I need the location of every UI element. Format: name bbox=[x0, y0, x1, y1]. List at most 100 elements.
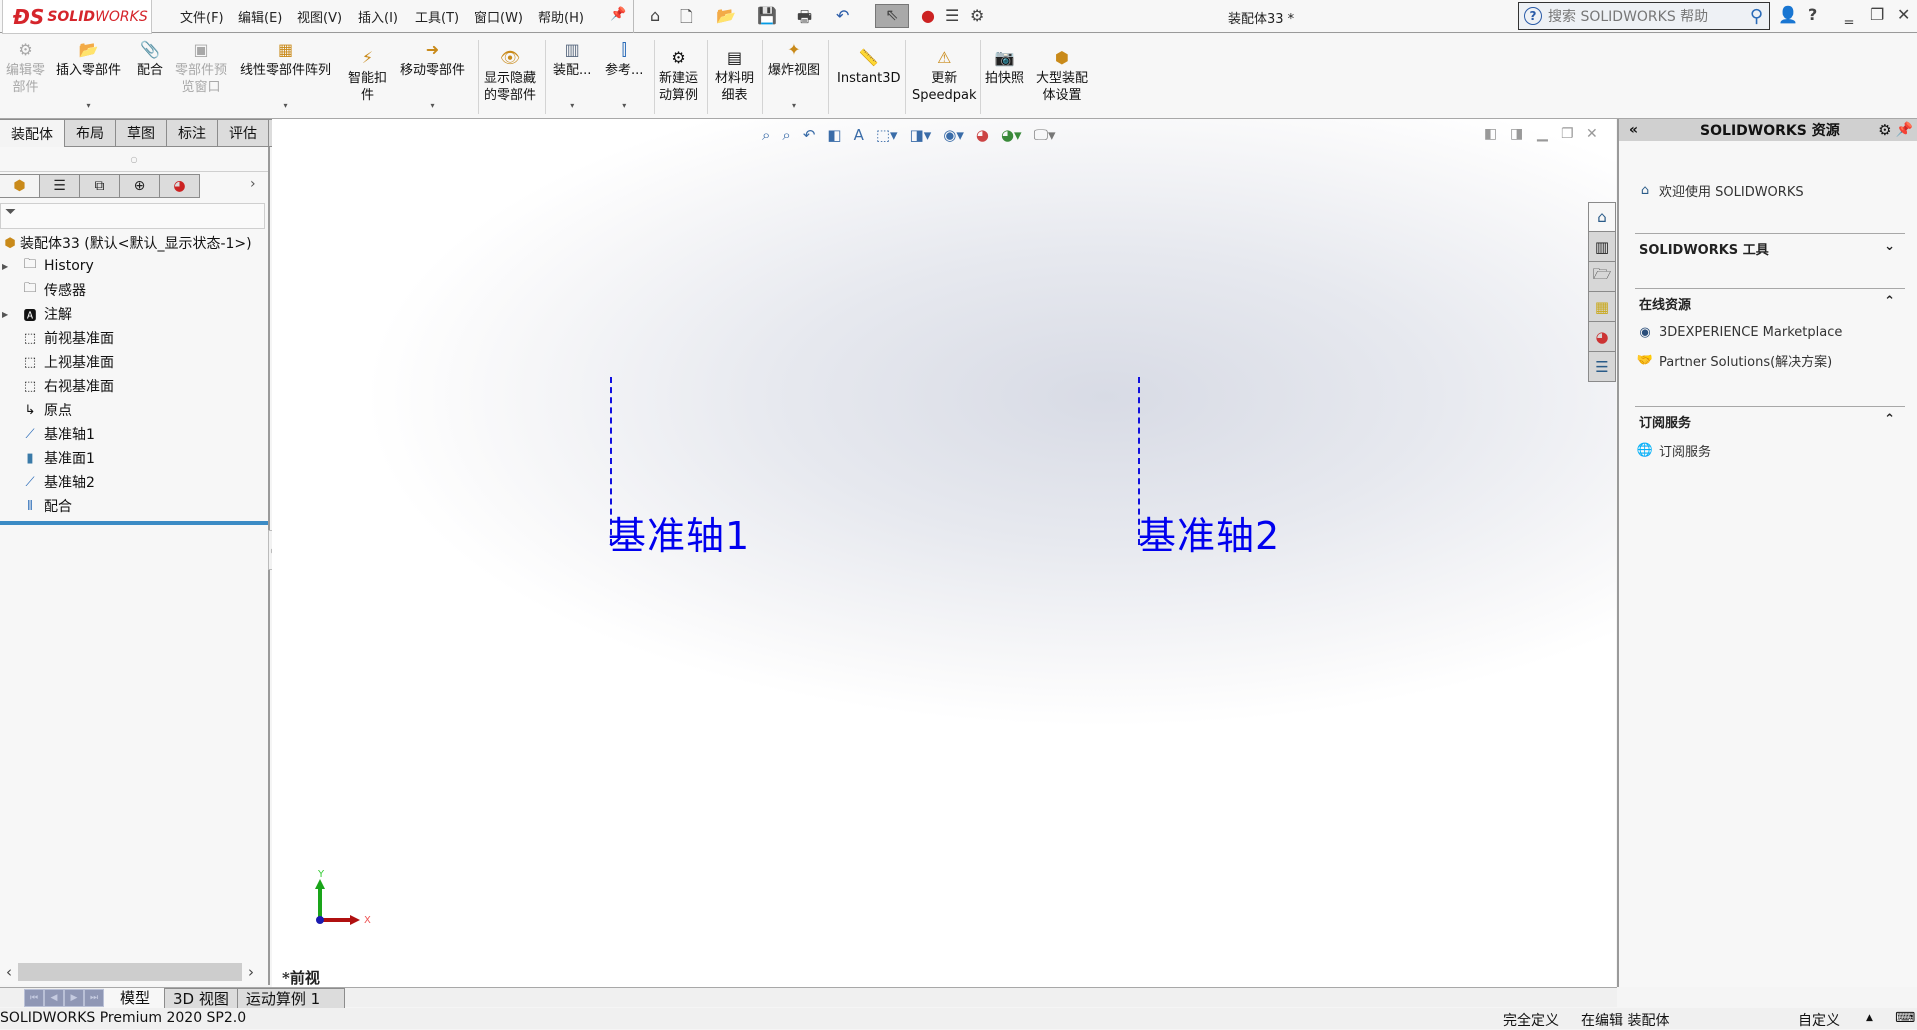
tab-design-library[interactable]: ▥ bbox=[1588, 232, 1616, 262]
display-manager-tab[interactable]: ◕ bbox=[160, 174, 200, 198]
section-view-icon[interactable]: ◧ bbox=[827, 126, 841, 144]
tree-item[interactable]: ⬚ 上视基准面 bbox=[0, 350, 270, 374]
tree-root[interactable]: ⬢ 装配体33 (默认<默认_显示状态-1>) bbox=[0, 232, 270, 254]
tooltip-toggle-icon[interactable]: ⌨ bbox=[1895, 1010, 1915, 1026]
viewport-restore-icon[interactable]: ❐ bbox=[1561, 126, 1574, 142]
hide-show-items-icon[interactable]: ◉▾ bbox=[943, 126, 964, 144]
section-header[interactable]: SOLIDWORKS 工具 ⌄ bbox=[1635, 233, 1905, 258]
rebuild-icon[interactable]: ● bbox=[921, 6, 935, 25]
first-tab-icon[interactable]: ⏮ bbox=[24, 988, 44, 1007]
datum-axis-2-label[interactable]: 基准轴2 bbox=[1138, 505, 1280, 560]
scrollbar-thumb[interactable] bbox=[18, 963, 242, 981]
tab-markup[interactable]: 标注 bbox=[167, 119, 218, 147]
tile-left-icon[interactable]: ◧ bbox=[1484, 126, 1497, 142]
panel-splitter[interactable]: ○ bbox=[0, 147, 268, 172]
minimize-icon[interactable]: ‗ bbox=[1845, 5, 1853, 24]
tab-layout[interactable]: 布局 bbox=[65, 119, 116, 147]
datum-axis-1-label[interactable]: 基准轴1 bbox=[608, 505, 750, 560]
subscription-link[interactable]: 🌐 订阅服务 bbox=[1635, 441, 1905, 460]
edit-component-button[interactable]: ⚙ 编辑零 部件 bbox=[6, 38, 45, 96]
scroll-left-icon[interactable]: ‹ bbox=[0, 963, 18, 981]
menu-tools[interactable]: 工具(T) bbox=[415, 7, 459, 26]
chevron-up-icon[interactable]: ⌃ bbox=[1884, 412, 1895, 431]
graphics-area[interactable]: ⌕ ⌕ ↶ ◧ A ⬚▾ ◨▾ ◉▾ ◕ ◕▾ 🖵▾ ◧ ◨ ▁ ❐ ✕ 基准轴… bbox=[272, 119, 1616, 987]
save-icon[interactable]: 💾 bbox=[757, 6, 777, 25]
prev-tab-icon[interactable]: ◀ bbox=[44, 988, 64, 1007]
tree-item[interactable]: ⟋ 基准轴2 bbox=[0, 470, 270, 494]
file-properties-icon[interactable]: ☰ bbox=[945, 6, 959, 25]
tree-item[interactable]: ⬚ 前视基准面 bbox=[0, 326, 270, 350]
filter-input[interactable]: ⏷ bbox=[0, 203, 265, 229]
linear-pattern-button[interactable]: ▦ 线性零部件阵列 ▾ bbox=[240, 38, 331, 114]
tree-item[interactable]: ⟋ 基准轴1 bbox=[0, 422, 270, 446]
partner-solutions-link[interactable]: 🤝 Partner Solutions(解决方案) bbox=[1635, 351, 1905, 370]
user-icon[interactable]: 👤 bbox=[1778, 5, 1798, 24]
unit-system[interactable]: 自定义 bbox=[1798, 1010, 1840, 1030]
tab-evaluate[interactable]: 评估 bbox=[218, 119, 269, 147]
tab-solidworks-resources[interactable]: ⌂ bbox=[1588, 202, 1616, 232]
insert-component-button[interactable]: 📂 插入零部件 ▾ bbox=[56, 38, 121, 114]
gear-icon[interactable]: ⚙ bbox=[1878, 121, 1891, 139]
select-icon[interactable]: ⇖ bbox=[875, 4, 909, 28]
tree-item[interactable]: 🗀 传感器 bbox=[0, 278, 270, 302]
new-document-icon[interactable]: 🗋 bbox=[680, 6, 693, 33]
move-component-button[interactable]: ➜ 移动零部件 ▾ bbox=[400, 38, 465, 114]
solidworks-logo[interactable]: ƉS SOLID WORKS bbox=[2, 0, 152, 34]
large-assembly-settings-button[interactable]: ⬢ 大型装配 体设置 bbox=[1036, 38, 1088, 104]
tree-item[interactable]: ▶ 🅰 注解 bbox=[0, 302, 270, 326]
pin-icon[interactable]: 📌 bbox=[1896, 122, 1913, 138]
previous-view-icon[interactable]: ↶ bbox=[803, 126, 816, 144]
section-header[interactable]: 订阅服务 ⌃ bbox=[1635, 406, 1905, 431]
rollback-bar[interactable] bbox=[0, 521, 268, 525]
dimxpert-manager-tab[interactable]: ⊕ bbox=[120, 174, 160, 198]
view-settings-icon[interactable]: 🖵▾ bbox=[1034, 126, 1056, 144]
tree-item[interactable]: ↳ 原点 bbox=[0, 398, 270, 422]
help-icon[interactable]: ? bbox=[1808, 5, 1817, 24]
zoom-to-area-icon[interactable]: ⌕ bbox=[782, 126, 790, 144]
exploded-view-button[interactable]: ✦ 爆炸视图 ▾ bbox=[768, 38, 820, 114]
tab-sketch[interactable]: 草图 bbox=[116, 119, 167, 147]
configuration-manager-tab[interactable]: ⧉ bbox=[80, 174, 120, 198]
scroll-right-icon[interactable]: › bbox=[242, 963, 260, 981]
view-orientation-icon[interactable]: ⬚▾ bbox=[876, 126, 898, 144]
instant3d-button[interactable]: 📏 Instant3D bbox=[837, 38, 901, 87]
update-speedpak-button[interactable]: ⚠ 更新 Speedpak bbox=[912, 38, 977, 104]
property-manager-tab[interactable]: ☰ bbox=[40, 174, 80, 198]
tab-file-explorer[interactable]: 🗁 bbox=[1588, 262, 1616, 292]
menu-help[interactable]: 帮助(H) bbox=[538, 7, 584, 26]
zoom-to-fit-icon[interactable]: ⌕ bbox=[762, 126, 770, 144]
options-gear-icon[interactable]: ⚙ bbox=[970, 6, 984, 25]
component-preview-button[interactable]: ▣ 零部件预 览窗口 bbox=[175, 38, 227, 96]
show-hidden-components-button[interactable]: 👁 显示隐藏 的零部件 bbox=[484, 38, 536, 104]
close-icon[interactable]: ✕ bbox=[1897, 5, 1910, 24]
section-header[interactable]: 在线资源 ⌃ bbox=[1635, 288, 1905, 313]
pin-menu-icon[interactable]: 📌 bbox=[610, 7, 626, 22]
new-motion-study-button[interactable]: ⚙ 新建运 动算例 bbox=[659, 38, 698, 104]
print-icon[interactable]: 🖶 bbox=[797, 6, 812, 33]
viewport-minimize-icon[interactable]: ▁ bbox=[1537, 126, 1548, 142]
help-search-input[interactable]: ? 搜索 SOLIDWORKS 帮助 ⚲ bbox=[1518, 2, 1770, 30]
expand-arrow-icon[interactable]: ▶ bbox=[2, 310, 12, 319]
menu-insert[interactable]: 插入(I) bbox=[358, 7, 398, 26]
chevron-right-icon[interactable]: › bbox=[250, 176, 256, 192]
edit-appearance-icon[interactable]: ◕ bbox=[976, 126, 989, 144]
smart-fasteners-button[interactable]: ⚡ 智能扣件 bbox=[348, 38, 387, 104]
apply-scene-icon[interactable]: ◕▾ bbox=[1001, 126, 1022, 144]
mate-button[interactable]: 📎 配合 bbox=[137, 38, 163, 79]
tab-appearances[interactable]: ◕ bbox=[1588, 322, 1616, 352]
restore-icon[interactable]: ❐ bbox=[1870, 5, 1884, 24]
tab-assembly[interactable]: 装配体 bbox=[0, 119, 65, 147]
tree-item[interactable]: ▶ 🗀 History bbox=[0, 254, 270, 278]
display-style-icon[interactable]: ◨▾ bbox=[910, 126, 932, 144]
menu-view[interactable]: 视图(V) bbox=[297, 7, 342, 26]
collapse-pane-icon[interactable]: « bbox=[1629, 122, 1638, 138]
tab-custom-properties[interactable]: ☰ bbox=[1588, 352, 1616, 382]
undo-icon[interactable]: ↶ bbox=[836, 6, 849, 25]
unit-menu-arrow-icon[interactable]: ▲ bbox=[1866, 1013, 1873, 1023]
tab-model[interactable]: 模型 bbox=[104, 987, 166, 1008]
menu-window[interactable]: 窗口(W) bbox=[474, 7, 523, 26]
last-tab-icon[interactable]: ⏭ bbox=[84, 988, 104, 1007]
take-snapshot-button[interactable]: 📷 拍快照 bbox=[985, 38, 1024, 87]
bill-of-materials-button[interactable]: ▤ 材料明 细表 bbox=[715, 38, 754, 104]
feature-manager-tab[interactable]: ⬢ bbox=[0, 174, 40, 198]
